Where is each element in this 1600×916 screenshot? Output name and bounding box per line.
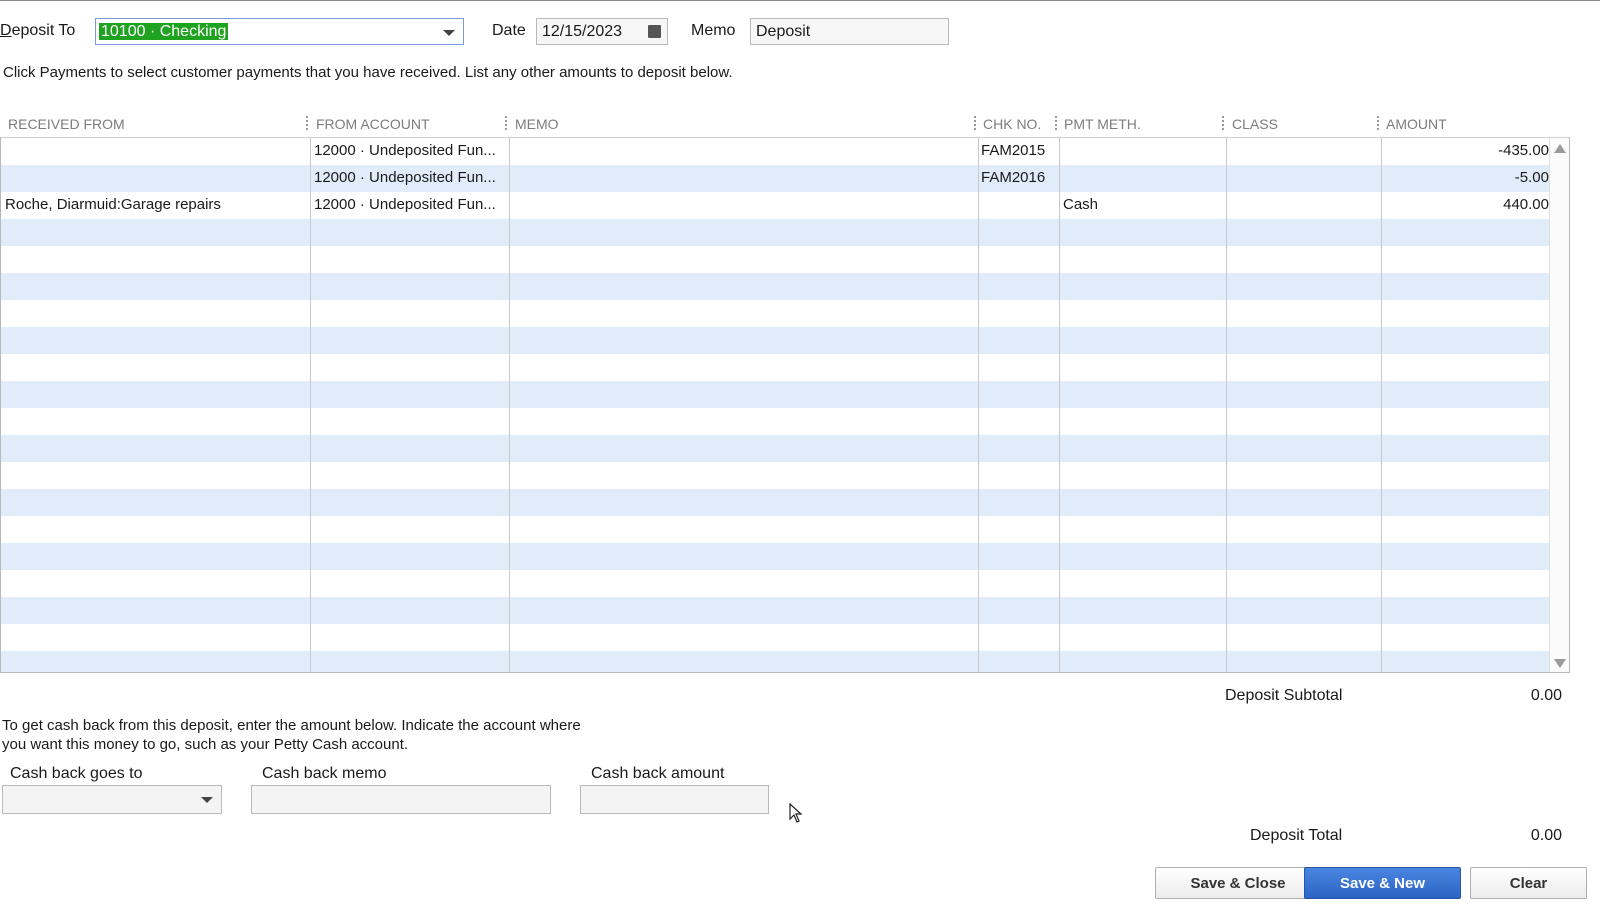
- table-row[interactable]: [1, 354, 1552, 381]
- col-resize-handle[interactable]: [974, 116, 978, 130]
- deposit-subtotal-label: Deposit Subtotal: [1225, 687, 1343, 704]
- table-row[interactable]: [1, 273, 1552, 300]
- col-resize-handle[interactable]: [1222, 116, 1226, 130]
- chevron-down-icon[interactable]: [201, 797, 213, 803]
- save-close-button[interactable]: Save & Close: [1155, 867, 1321, 899]
- cell-chk-no[interactable]: FAM2015: [981, 142, 1057, 159]
- col-header-pmt-meth[interactable]: PMT METH.: [1064, 116, 1141, 132]
- cell-pmt-meth[interactable]: Cash: [1063, 196, 1223, 213]
- memo-value: Deposit: [756, 23, 811, 40]
- cash-back-amount-label: Cash back amount: [591, 765, 725, 782]
- chevron-down-icon[interactable]: [443, 30, 455, 36]
- cell-amount[interactable]: -435.00: [1385, 142, 1549, 159]
- table-row[interactable]: [1, 219, 1552, 246]
- col-resize-handle[interactable]: [1377, 116, 1381, 130]
- col-header-chk-no[interactable]: CHK NO.: [983, 116, 1041, 132]
- scroll-up-arrow-icon[interactable]: [1554, 144, 1566, 153]
- column-divider: [509, 138, 510, 672]
- table-row[interactable]: [1, 408, 1552, 435]
- table-row[interactable]: 12000 · Undeposited Fun... FAM2016 -5.00: [1, 165, 1552, 192]
- column-divider: [1381, 138, 1382, 672]
- cell-amount[interactable]: 440.00: [1385, 196, 1549, 213]
- date-value: 12/15/2023: [542, 23, 623, 40]
- column-divider: [1059, 138, 1060, 672]
- deposit-grid[interactable]: 12000 · Undeposited Fun... FAM2015 -435.00…: [0, 137, 1570, 673]
- grid-header: RECEIVED FROM FROM ACCOUNT MEMO CHK NO. …: [0, 110, 1570, 137]
- instruction-text: Click Payments to select customer paymen…: [3, 64, 733, 81]
- memo-field[interactable]: Deposit: [750, 18, 949, 45]
- cash-back-instructions: To get cash back from this deposit, ente…: [2, 716, 581, 754]
- cell-from-account[interactable]: 12000 · Undeposited Fun...: [314, 142, 504, 159]
- date-label: Date: [492, 22, 526, 39]
- deposit-to-label: Deposit To: [0, 22, 75, 40]
- table-row[interactable]: [1, 381, 1552, 408]
- table-row[interactable]: [1, 651, 1552, 672]
- deposit-to-dropdown[interactable]: 10100 · Checking: [95, 18, 464, 45]
- col-resize-handle[interactable]: [1055, 116, 1059, 130]
- vertical-scrollbar[interactable]: [1549, 138, 1569, 672]
- mouse-pointer-icon: [789, 803, 803, 823]
- table-row[interactable]: [1, 543, 1552, 570]
- col-header-amount[interactable]: AMOUNT: [1386, 116, 1447, 132]
- cell-received-from[interactable]: Roche, Diarmuid:Garage repairs: [5, 196, 305, 213]
- date-field[interactable]: 12/15/2023: [536, 18, 668, 45]
- table-row[interactable]: [1, 435, 1552, 462]
- table-row[interactable]: [1, 597, 1552, 624]
- col-header-class[interactable]: CLASS: [1232, 116, 1278, 132]
- deposit-to-label-text: eposit To: [11, 22, 76, 39]
- table-row[interactable]: [1, 516, 1552, 543]
- window-top-border: [0, 0, 1600, 1]
- cash-back-memo-label: Cash back memo: [262, 765, 387, 782]
- cell-amount[interactable]: -5.00: [1385, 169, 1549, 186]
- cash-back-text-line1: To get cash back from this deposit, ente…: [2, 717, 581, 734]
- cash-back-goes-to-dropdown[interactable]: [2, 785, 222, 814]
- cell-from-account[interactable]: 12000 · Undeposited Fun...: [314, 169, 504, 186]
- col-resize-handle[interactable]: [306, 116, 310, 130]
- table-row[interactable]: 12000 · Undeposited Fun... FAM2015 -435.00: [1, 138, 1552, 165]
- deposit-to-value: 10100 · Checking: [99, 23, 229, 41]
- deposit-subtotal-value: 0.00: [1530, 687, 1562, 704]
- deposit-total-label: Deposit Total: [1250, 827, 1343, 844]
- memo-label: Memo: [691, 22, 736, 39]
- table-row[interactable]: [1, 624, 1552, 651]
- col-header-from-account[interactable]: FROM ACCOUNT: [316, 116, 430, 132]
- cash-back-memo-input[interactable]: [251, 785, 551, 814]
- table-row[interactable]: [1, 300, 1552, 327]
- table-row[interactable]: [1, 327, 1552, 354]
- cash-back-goes-to-label: Cash back goes to: [10, 765, 143, 782]
- cell-chk-no[interactable]: FAM2016: [981, 169, 1057, 186]
- deposit-to-label-accel: D: [0, 22, 12, 39]
- table-row[interactable]: [1, 489, 1552, 516]
- cell-from-account[interactable]: 12000 · Undeposited Fun...: [314, 196, 504, 213]
- save-new-button[interactable]: Save & New: [1304, 867, 1461, 899]
- calendar-icon[interactable]: [648, 25, 661, 38]
- col-resize-handle[interactable]: [505, 116, 509, 130]
- deposit-total-value: 0.00: [1530, 827, 1562, 844]
- clear-button[interactable]: Clear: [1470, 867, 1587, 899]
- column-divider: [978, 138, 979, 672]
- cash-back-amount-input[interactable]: [580, 785, 769, 814]
- scroll-down-arrow-icon[interactable]: [1554, 659, 1566, 668]
- deposit-to-selected-text: 10100 · Checking: [99, 23, 229, 40]
- cash-back-text-line2: you want this money to go, such as your …: [2, 736, 409, 753]
- table-row[interactable]: [1, 570, 1552, 597]
- column-divider: [1226, 138, 1227, 672]
- table-row[interactable]: [1, 246, 1552, 273]
- col-header-received-from[interactable]: RECEIVED FROM: [8, 116, 125, 132]
- col-header-memo[interactable]: MEMO: [515, 116, 559, 132]
- table-row[interactable]: [1, 462, 1552, 489]
- table-row[interactable]: Roche, Diarmuid:Garage repairs 12000 · Un…: [1, 192, 1552, 219]
- column-divider: [310, 138, 311, 672]
